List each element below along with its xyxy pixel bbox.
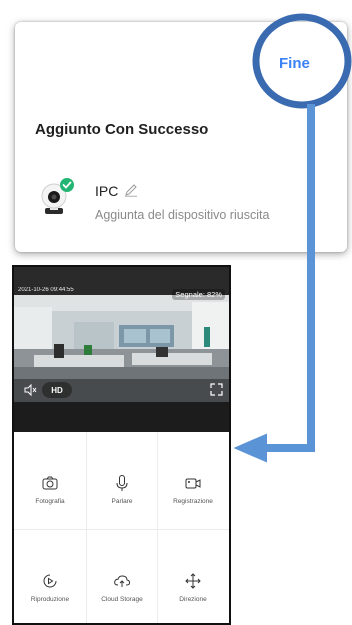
action-label: Fotografia <box>35 498 65 505</box>
action-label: Direzione <box>179 596 207 603</box>
arrow-head-icon <box>233 433 267 463</box>
microphone-icon <box>116 475 128 491</box>
success-title: Aggiunto Con Successo <box>35 121 209 138</box>
phone-screen: 2021-10-26 09:44:55 Segnale: 82% HD Foto… <box>12 265 231 625</box>
action-label: Parlare <box>111 498 133 505</box>
action-label: Riproduzione <box>30 596 70 603</box>
action-grid: Fotografia Parlare Registrazione Riprodu… <box>14 432 229 623</box>
done-button[interactable]: Fine <box>279 55 339 75</box>
signal-strength: Segnale: 82% <box>172 289 225 300</box>
edit-pencil-icon[interactable] <box>124 183 138 197</box>
camera-icon <box>42 476 58 490</box>
video-camera-icon <box>185 478 201 489</box>
fullscreen-icon[interactable] <box>210 383 223 396</box>
play-circle-icon <box>43 574 57 588</box>
cloud-storage-icon <box>114 575 131 587</box>
video-timestamp: 2021-10-26 09:44:55 <box>18 287 74 293</box>
action-cloud-storage[interactable]: Cloud Storage <box>86 530 158 623</box>
action-playback[interactable]: Riproduzione <box>14 530 86 623</box>
action-label: Cloud Storage <box>101 596 143 603</box>
direction-arrows-icon <box>185 573 201 589</box>
quality-toggle-button[interactable]: HD <box>42 382 72 398</box>
camera-device-icon <box>41 178 74 214</box>
mute-speaker-icon[interactable] <box>23 383 37 397</box>
device-status: Aggiunta del dispositivo riuscita <box>95 208 270 222</box>
action-record[interactable]: Registrazione <box>157 432 229 529</box>
device-name: IPC <box>95 183 119 199</box>
action-direction[interactable]: Direzione <box>157 530 229 623</box>
camera-live-view: 2021-10-26 09:44:55 Segnale: 82% HD <box>14 267 229 402</box>
video-bottom-bar <box>14 402 229 432</box>
action-talk[interactable]: Parlare <box>86 432 158 529</box>
video-controls: HD <box>14 379 229 401</box>
action-label: Registrazione <box>173 498 213 505</box>
action-photo[interactable]: Fotografia <box>14 432 86 529</box>
